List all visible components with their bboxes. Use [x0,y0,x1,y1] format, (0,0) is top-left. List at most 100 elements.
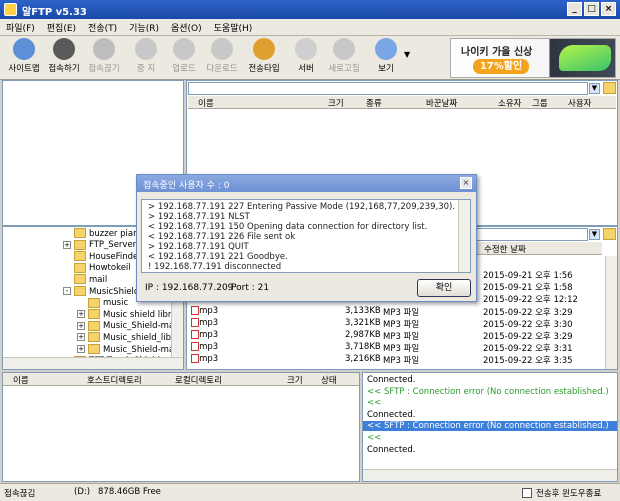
tree-item-label: MusicShield [89,286,140,297]
log-hscroll[interactable] [363,469,617,481]
tree-item[interactable]: HouseFinder [63,251,142,262]
tree-item-label: Music_Shield-ma [103,344,175,355]
view-dropdown-arrow-icon[interactable]: ▼ [404,50,410,59]
tree-item[interactable]: - MusicShield [63,286,139,297]
dialog-close-button[interactable]: × [460,177,472,189]
queue-col-size[interactable]: 크기 [287,374,303,386]
tree-hscroll[interactable] [3,357,183,369]
col-modified[interactable]: 바꾼날짜 [426,97,457,109]
tree-item[interactable]: Howtokeil [63,262,131,274]
minimize-button[interactable]: _ [567,2,582,16]
tree-item[interactable]: + Music_shield_libr [77,332,174,343]
col-user[interactable]: 사용자 [568,97,591,109]
sitemap-icon [13,38,35,60]
file-date: 2015-09-22 오후 3:29 [483,308,573,318]
dialog-log-scrollbar[interactable] [458,200,470,272]
status-connection: 접속끊김 [4,489,36,499]
folder-icon [74,274,86,285]
dialog-log-line: > 192.168.77.191 227 Entering Passive Mo… [148,202,456,212]
tree-item[interactable]: mail [63,274,107,285]
server-button[interactable]: 서버 [286,38,326,78]
queue-col-host-dir[interactable]: 호스트디렉토리 [87,374,142,386]
file-row[interactable]: 5.mp3 3,321KB MP3 파일 2015-09-22 오후 3:30 [187,318,602,330]
remote-path-dropdown[interactable]: ▼ [589,83,600,94]
remote-path-input[interactable] [188,82,588,95]
log-line: << [367,433,382,443]
expand-icon[interactable]: + [77,321,85,330]
menu-edit[interactable]: 편집(E) [41,19,82,36]
tree-item-label: FTP_Server [89,240,137,251]
col-group[interactable]: 그룹 [532,97,548,109]
file-date: 2015-09-22 오후 3:31 [483,344,573,354]
menu-bar: 파일(F) 편집(E) 전송(T) 기능(R) 옵션(O) 도움말(H) [0,19,620,36]
ad-discount-badge: 17%할인 [473,59,529,74]
queue-header: 이름 호스트디렉토리 로컬디렉토리 크기 상태 [3,373,359,386]
sitemap-button[interactable]: 사이트맵 [4,38,44,78]
local-path-dropdown[interactable]: ▼ [589,229,600,240]
upload-button[interactable]: 업로드 [164,38,204,78]
folder-icon [74,251,86,262]
file-name: 6.mp3 [191,330,218,340]
file-name: 4.mp3 [191,306,218,316]
file-date: 2015-09-21 오후 1:56 [483,271,573,281]
menu-file[interactable]: 파일(F) [0,19,41,36]
queue-col-name[interactable]: 이름 [13,374,29,386]
collapse-icon[interactable]: - [63,287,71,295]
disconnect-label: 접속끊기 [88,64,120,74]
disconnect-button[interactable]: 접속끊기 [84,38,124,78]
refresh-button[interactable]: 새로고침 [324,38,364,78]
menu-function[interactable]: 기능(R) [123,19,165,36]
dialog-log-line: > 192.168.77.191 NLST [148,212,250,222]
file-row[interactable]: 4.mp3 3,133KB MP3 파일 2015-09-22 오후 3:29 [187,306,602,318]
tree-item[interactable]: + Music shield libra [77,309,177,320]
local-folder-up-icon[interactable] [603,228,616,240]
expand-icon[interactable]: + [63,240,71,249]
col-type[interactable]: 종류 [366,97,382,109]
shoe-image [559,45,611,71]
queue-col-local-dir[interactable]: 로컬디렉토리 [175,374,222,386]
file-row[interactable]: 6.mp3 2,987KB MP3 파일 2015-09-22 오후 3:29 [187,330,602,342]
queue-col-status[interactable]: 상태 [321,374,337,386]
menu-help[interactable]: 도움말(H) [208,19,259,36]
files-vscroll[interactable] [605,256,617,369]
tree-item-label: Howtokeil [89,263,131,274]
file-type: MP3 파일 [383,332,420,342]
expand-icon[interactable]: + [77,310,85,319]
log-line: << SFTP : Connection error (No connectio… [363,421,617,432]
ad-banner[interactable]: 나이키 가을 신상 17%할인 [450,38,616,78]
mp3-file-icon [191,342,199,351]
view-button[interactable]: 보기 [366,38,406,78]
col-name[interactable]: 이름 [198,97,214,109]
file-type: MP3 파일 [383,320,420,330]
stop-button[interactable]: 중 지 [126,38,166,78]
tree-item[interactable]: music [77,297,128,308]
tree-item-label: mail [89,274,108,285]
menu-options[interactable]: 옵션(O) [165,19,208,36]
file-size: 3,133KB [345,306,381,316]
remote-folder-up-icon[interactable] [603,82,616,94]
maximize-button[interactable]: □ [584,2,599,16]
transfer-type-button[interactable]: 전송타입 [244,38,284,78]
col-size[interactable]: 크기 [328,97,344,109]
connect-button[interactable]: 접속하기 [44,38,84,78]
close-button[interactable]: × [601,2,616,16]
status-bar: 접속끊김 (D:) 878.46GB Free 전송후 윈도우종료 [0,483,620,501]
col-owner[interactable]: 소유자 [498,97,521,109]
dialog-ok-button[interactable]: 확인 [417,279,471,297]
dialog-log-line: < 192.168.77.191 221 Goodbye. [148,252,288,262]
download-button[interactable]: 다운로드 [202,38,242,78]
tree-item[interactable]: + FTP_Server [63,239,137,251]
dialog-log-line: ! 192.168.77.191 disconnected [148,262,282,272]
status-drive: (D:) [74,487,91,497]
expand-icon[interactable]: + [77,333,85,342]
expand-icon[interactable]: + [77,345,85,353]
file-row[interactable]: 7.mp3 3,718KB MP3 파일 2015-09-22 오후 3:31 [187,342,602,354]
tree-item[interactable]: + Music_Shield-ma [77,320,174,331]
tree-item[interactable]: buzzer piano [63,228,144,239]
col-modified-date[interactable]: 수정한 날짜 [484,243,526,255]
shutdown-checkbox[interactable] [522,488,532,498]
file-row[interactable]: 8.mp3 3,216KB MP3 파일 2015-09-22 오후 3:35 [187,354,602,366]
menu-transfer[interactable]: 전송(T) [82,19,123,36]
log-line: << [367,398,382,409]
tree-item[interactable]: + Music_Shield-ma [77,344,174,355]
